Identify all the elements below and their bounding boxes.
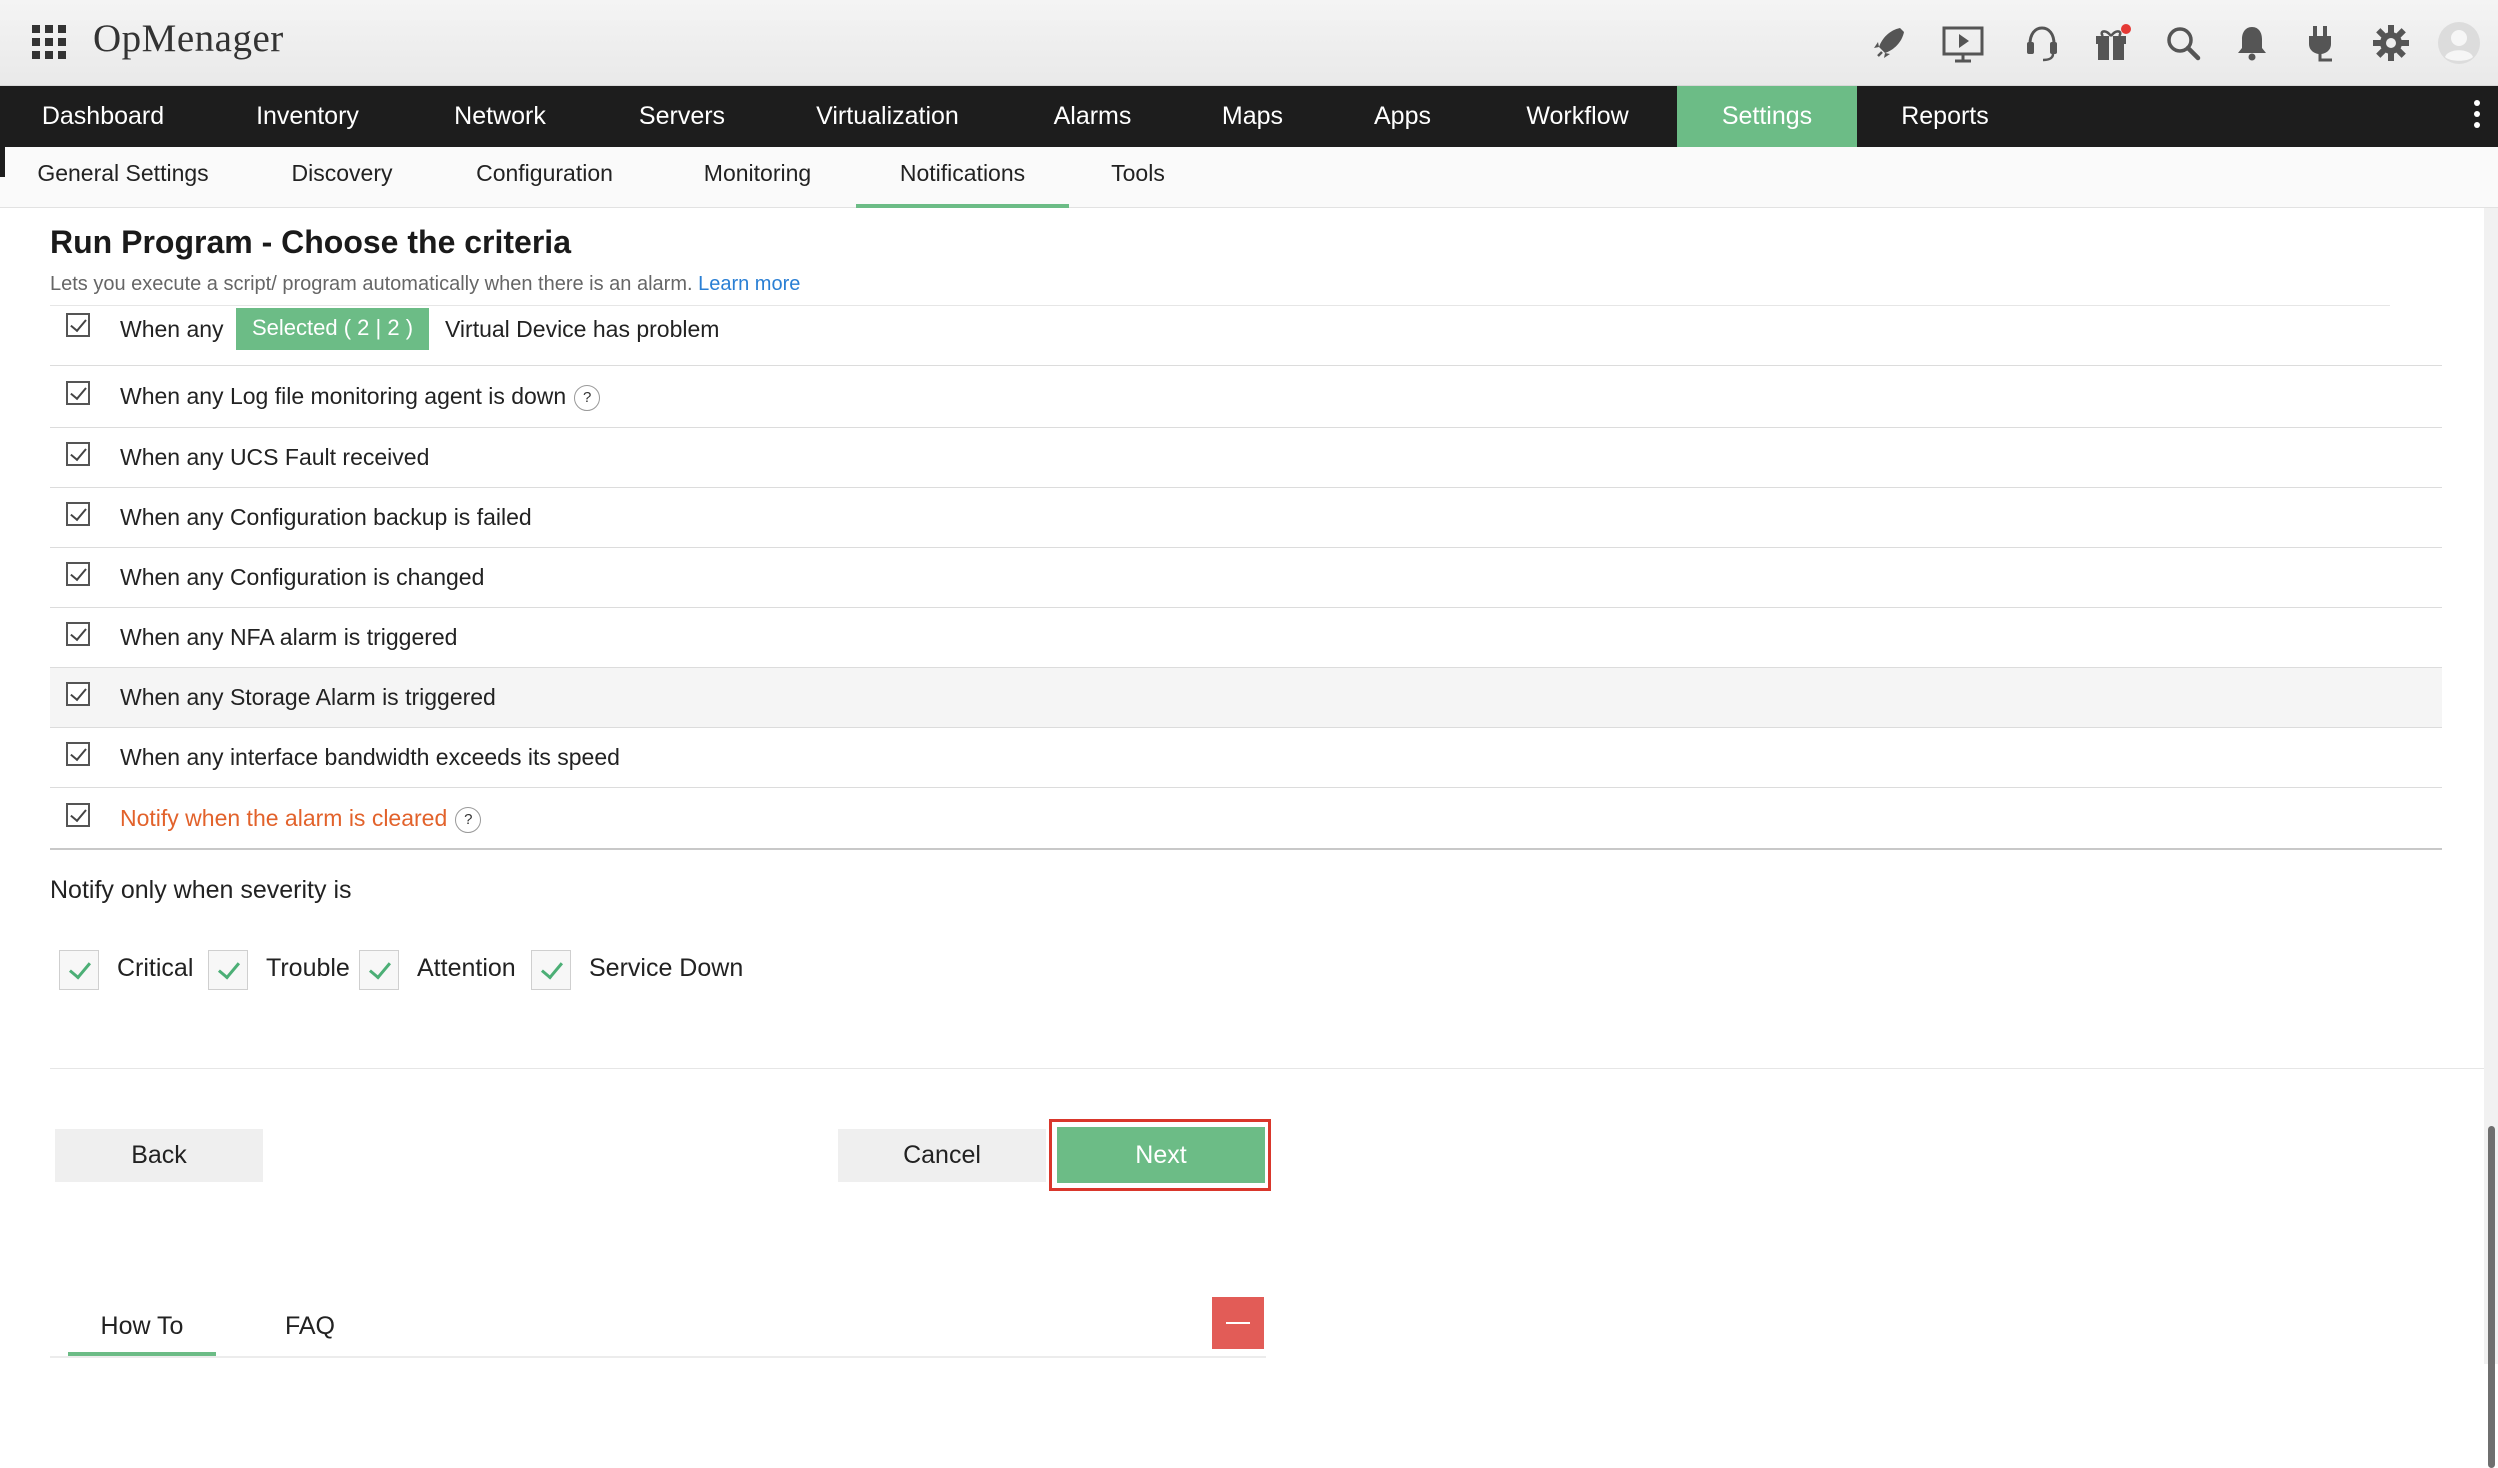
criteria-label: When any Configuration backup is failed <box>120 504 532 530</box>
description-text: Lets you execute a script/ program autom… <box>50 273 693 295</box>
severity-checkbox[interactable] <box>208 950 248 990</box>
next-button[interactable]: Next <box>1057 1127 1265 1183</box>
criteria-checkbox[interactable] <box>66 682 90 706</box>
criteria-row-config-backup: When any Configuration backup is failed <box>50 488 2442 548</box>
subnav-edge <box>0 147 5 177</box>
more-menu-icon[interactable] <box>2471 100 2483 134</box>
criteria-prefix: When any <box>120 316 224 342</box>
gear-icon[interactable] <box>2368 20 2414 66</box>
criteria-label: When any Storage Alarm is triggered <box>120 684 496 710</box>
severity-label: Service Down <box>589 954 744 982</box>
learn-more-link[interactable]: Learn more <box>698 273 800 295</box>
tab-notifications[interactable]: Notifications <box>856 147 1069 208</box>
criteria-checkbox[interactable] <box>66 742 90 766</box>
criteria-checkbox[interactable] <box>66 803 90 827</box>
app-title: OpMenager <box>93 17 284 60</box>
criteria-row-bandwidth: When any interface bandwidth exceeds its… <box>50 728 2442 788</box>
nav-alarms[interactable]: Alarms <box>1035 86 1150 147</box>
nav-dashboard[interactable]: Dashboard <box>18 86 188 147</box>
criteria-label: When any Log file monitoring agent is do… <box>120 383 601 411</box>
divider <box>50 848 2442 850</box>
tab-discovery[interactable]: Discovery <box>282 147 402 208</box>
gift-icon[interactable] <box>2089 20 2135 66</box>
scrollbar-track <box>2484 208 2498 1468</box>
notification-dot <box>2121 24 2131 34</box>
help-icon[interactable]: ? <box>574 385 601 411</box>
criteria-label: When any Configuration is changed <box>120 564 485 590</box>
severity-label: Trouble <box>266 954 350 982</box>
severity-title: Notify only when severity is <box>50 876 352 904</box>
severity-checkbox[interactable] <box>59 950 99 990</box>
search-icon[interactable] <box>2160 20 2206 66</box>
presentation-icon[interactable] <box>1940 20 1986 66</box>
severity-label: Attention <box>417 954 516 982</box>
criteria-label-text: Notify when the alarm is cleared <box>120 805 448 831</box>
criteria-suffix: Virtual Device has problem <box>445 316 720 342</box>
criteria-label: When any UCS Fault received <box>120 444 430 470</box>
selected-devices-button[interactable]: Selected ( 2 | 2 ) <box>236 308 430 350</box>
criteria-label: When any interface bandwidth exceeds its… <box>120 744 620 770</box>
nav-maps[interactable]: Maps <box>1200 86 1305 147</box>
main-nav: Dashboard Inventory Network Servers Virt… <box>0 86 2498 147</box>
tab-monitoring[interactable]: Monitoring <box>690 147 825 208</box>
nav-apps[interactable]: Apps <box>1350 86 1455 147</box>
headset-icon[interactable] <box>2019 20 2065 66</box>
nav-network[interactable]: Network <box>425 86 575 147</box>
bell-icon[interactable] <box>2229 20 2275 66</box>
tab-tools[interactable]: Tools <box>1100 147 1176 208</box>
help-tabs: How To FAQ <box>50 1300 1266 1360</box>
severity-checkbox[interactable] <box>531 950 571 990</box>
page-title: Run Program - Choose the criteria <box>50 224 571 260</box>
nav-servers[interactable]: Servers <box>612 86 752 147</box>
cancel-button[interactable]: Cancel <box>838 1129 1046 1182</box>
criteria-label-text: When any Log file monitoring agent is do… <box>120 383 567 409</box>
nav-reports[interactable]: Reports <box>1880 86 2010 147</box>
app-grid-icon[interactable] <box>32 25 66 59</box>
user-avatar-icon[interactable] <box>2436 20 2482 66</box>
criteria-row-alarm-cleared: Notify when the alarm is cleared? <box>50 788 2442 848</box>
criteria-checkbox[interactable] <box>66 381 90 405</box>
criteria-row-storage-alarm: When any Storage Alarm is triggered <box>50 668 2442 728</box>
collapse-icon[interactable] <box>1212 1297 1264 1349</box>
nav-workflow[interactable]: Workflow <box>1505 86 1650 147</box>
criteria-checkbox[interactable] <box>66 442 90 466</box>
criteria-checkbox[interactable] <box>66 622 90 646</box>
tab-faq[interactable]: FAQ <box>270 1300 350 1356</box>
help-icon[interactable]: ? <box>455 807 482 833</box>
criteria-row-config-changed: When any Configuration is changed <box>50 548 2442 608</box>
back-button[interactable]: Back <box>55 1129 263 1182</box>
criteria-label: Notify when the alarm is cleared? <box>120 805 482 833</box>
plug-icon[interactable] <box>2297 20 2343 66</box>
rocket-icon[interactable] <box>1866 20 1912 66</box>
divider <box>50 1068 2498 1069</box>
tab-configuration[interactable]: Configuration <box>467 147 622 208</box>
scrollbar-thumb[interactable] <box>2488 1126 2495 1468</box>
page-description: Lets you execute a script/ program autom… <box>50 273 800 296</box>
criteria-row-ucs-fault: When any UCS Fault received <box>50 428 2442 488</box>
criteria-checkbox[interactable] <box>66 313 90 337</box>
criteria-checkbox[interactable] <box>66 502 90 526</box>
criteria-row-log-agent: When any Log file monitoring agent is do… <box>50 366 2442 428</box>
top-bar: OpMenager <box>0 0 2498 86</box>
tab-how-to[interactable]: How To <box>68 1300 216 1356</box>
criteria-label: When any NFA alarm is triggered <box>120 624 458 650</box>
severity-checkbox[interactable] <box>359 950 399 990</box>
nav-settings[interactable]: Settings <box>1677 86 1857 147</box>
tab-general-settings[interactable]: General Settings <box>28 147 218 208</box>
criteria-checkbox[interactable] <box>66 562 90 586</box>
severity-label: Critical <box>117 954 194 982</box>
nav-inventory[interactable]: Inventory <box>220 86 395 147</box>
criteria-row-nfa-alarm: When any NFA alarm is triggered <box>50 608 2442 668</box>
nav-virtualization[interactable]: Virtualization <box>795 86 980 147</box>
criteria-row-virtual-device: When any Selected ( 2 | 2 ) Virtual Devi… <box>50 306 2442 366</box>
sub-nav: General Settings Discovery Configuration… <box>0 147 2498 208</box>
tabs-underline <box>50 1356 1266 1358</box>
